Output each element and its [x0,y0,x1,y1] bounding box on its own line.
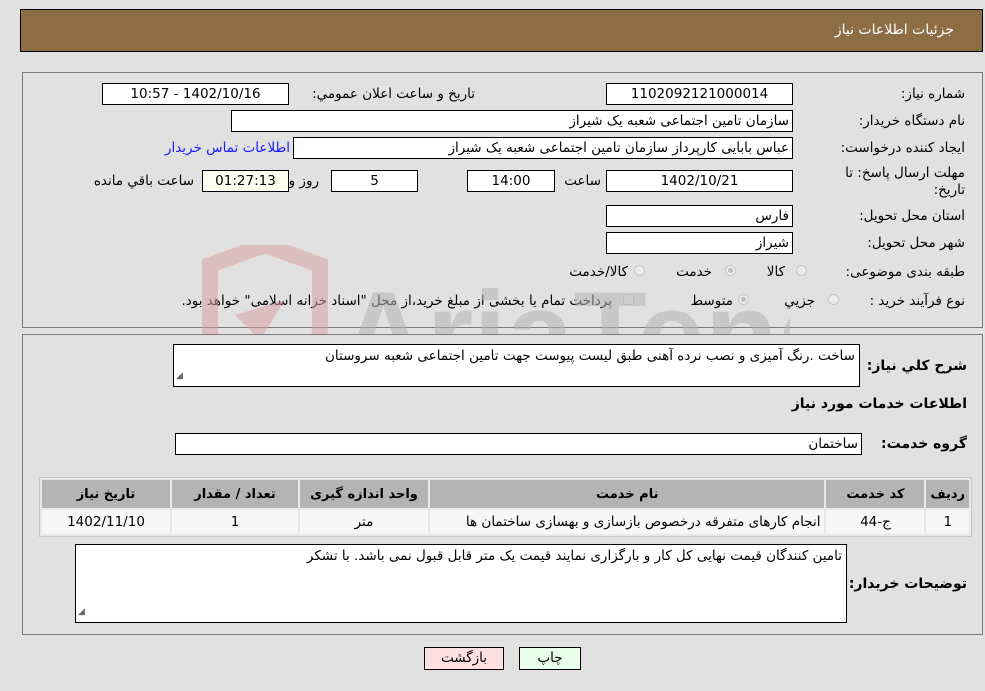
buyer-notes-label: توضیحات خریدار: [848,576,967,592]
need-number-field: 1102092121000014 [606,83,793,105]
buyer-notes-textarea[interactable]: تامین کنندگان قیمت نهایی کل کار و بارگزا… [75,544,847,623]
treasury-note: پرداخت تمام یا بخشی از مبلغ خرید،از محل … [181,293,612,309]
purchase-type-radio-medium[interactable] [738,294,749,305]
remaining-time-label: ساعت باقي مانده [93,173,194,189]
description-label: شرح كلي نياز: [866,358,967,374]
service-group-field: ساختمان [175,433,862,455]
remaining-time-field: 01:27:13 [202,170,289,192]
buyer-org-field: سازمان تامین اجتماعی شعبه یک شیراز [231,110,793,132]
col-quantity: تعداد / مقدار [172,480,298,508]
city-field: شیراز [606,232,793,254]
col-need-date: تاریخ نیاز [42,480,170,508]
services-section-title: اطلاعات خدمات مورد نياز [791,396,967,412]
resize-handle-icon[interactable]: ◢ [78,603,85,621]
cell-unit: متر [300,510,428,534]
page-header: جزئیات اطلاعات نیاز [20,9,983,52]
category-option-goods: کالا [766,264,785,280]
col-service-code: کد خدمت [826,480,925,508]
category-radio-goods[interactable] [796,265,807,276]
purchase-type-label: نوع فرآیند خرید : [869,293,965,309]
col-unit: واحد اندازه گیری [300,480,428,508]
announce-datetime-field: 1402/10/16 - 10:57 [102,83,289,105]
category-radio-goods-service[interactable] [634,265,645,276]
cell-row-number: 1 [926,510,969,534]
announce-datetime-label: تاریخ و ساعت اعلان عمومي: [312,86,475,102]
cell-quantity: 1 [172,510,298,534]
purchase-type-option-minor: جزيي [784,293,815,309]
col-row-number: ردیف [926,480,969,508]
deadline-time-label: ساعت [564,173,601,189]
page-title: جزئیات اطلاعات نیاز [834,22,954,38]
table-row: 1 ج-44 انجام کارهای متفرقه درخصوص بازساز… [42,510,969,534]
cell-need-date: 1402/11/10 [42,510,170,534]
resize-handle-icon[interactable]: ◢ [176,367,183,385]
service-group-label: گروه خدمت: [881,436,967,452]
print-button[interactable]: چاپ [519,647,581,670]
category-label: طبقه بندی موضوعی: [845,264,965,280]
remaining-days-field: 5 [331,170,418,192]
purchase-type-radio-minor[interactable] [828,294,839,305]
services-table: ردیف کد خدمت نام خدمت واحد اندازه گیری ت… [39,477,972,537]
deadline-label: مهلت ارسال پاسخ: تا تاریخ: [845,165,965,198]
cell-service-code: ج-44 [826,510,925,534]
city-label: شهر محل تحویل: [867,235,965,251]
col-service-name: نام خدمت [430,480,825,508]
purchase-type-option-medium: متوسط [690,293,733,309]
treasury-checkbox[interactable] [623,294,634,305]
category-radio-service[interactable] [725,265,736,276]
category-option-goods-service: کالا/خدمت [569,264,628,280]
days-label: روز و [288,173,319,189]
table-header-row: ردیف کد خدمت نام خدمت واحد اندازه گیری ت… [42,480,969,508]
buyer-org-label: نام دستگاه خریدار: [858,113,965,129]
province-field: فارس [606,205,793,227]
back-button[interactable]: بازگشت [424,647,504,670]
need-number-label: شماره نیاز: [900,86,965,102]
deadline-time-field: 14:00 [467,170,555,192]
province-label: استان محل تحویل: [859,208,965,224]
category-option-service: خدمت [676,264,712,280]
buyer-notes-text: تامین کنندگان قیمت نهایی کل کار و بارگزا… [306,548,842,564]
cell-service-name: انجام کارهای متفرقه درخصوص بازسازی و بهس… [430,510,825,534]
deadline-date-field: 1402/10/21 [606,170,793,192]
requester-label: ایجاد کننده درخواست: [840,140,965,156]
description-text: ساخت .رنگ آمیزی و نصب نرده آهنی طبق لیست… [325,348,855,364]
buyer-contact-link[interactable]: اطلاعات تماس خریدار [165,140,290,156]
description-textarea[interactable]: ساخت .رنگ آمیزی و نصب نرده آهنی طبق لیست… [173,344,860,387]
requester-field: عباس بابایی کارپرداز سازمان تامین اجتماع… [293,137,793,159]
